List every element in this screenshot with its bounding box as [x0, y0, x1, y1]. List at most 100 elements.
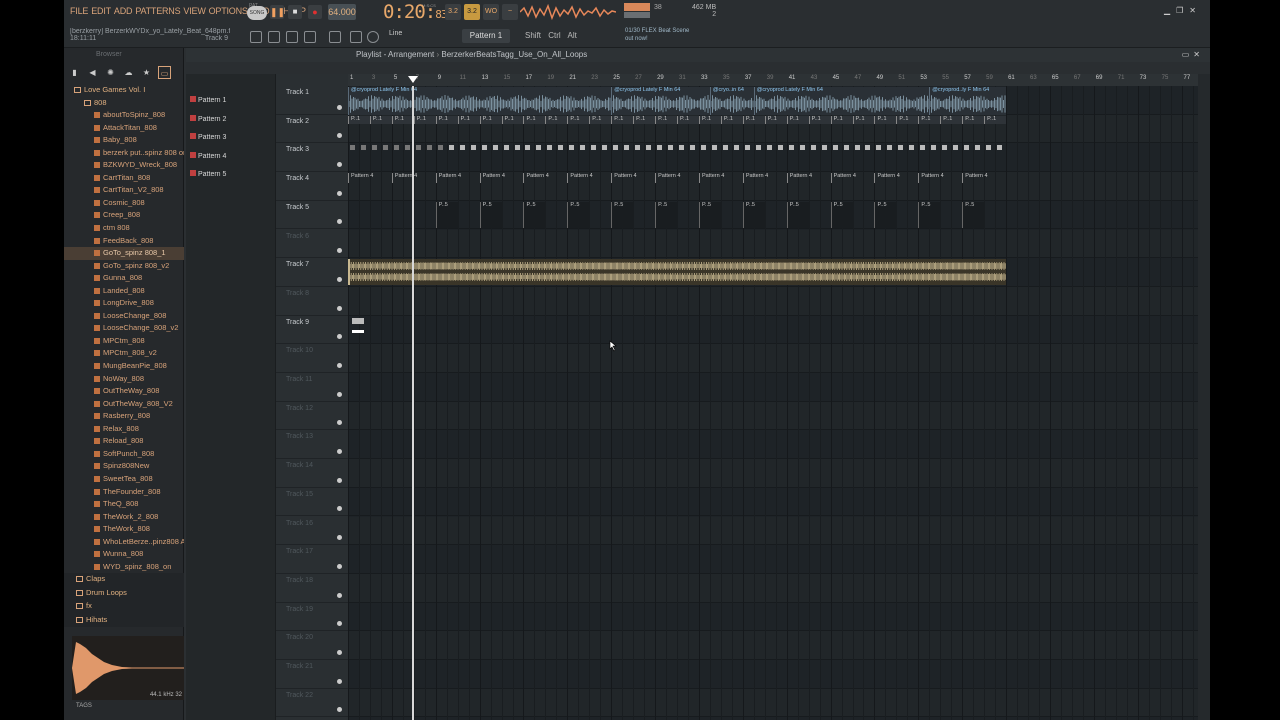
note-block[interactable] [854, 145, 860, 150]
pattern-clip[interactable]: P..1 [984, 115, 1007, 124]
audio-clip[interactable]: @cryoprod..ly F Min 64 [929, 87, 1007, 115]
pattern-clip[interactable]: P..5 [567, 202, 590, 228]
tree-root[interactable]: Love Games Vol. I [64, 84, 184, 97]
browser-file[interactable]: CartTitan_808 [64, 172, 184, 185]
pattern-clip[interactable]: Pattern 4 [348, 173, 392, 183]
minimize-icon[interactable]: ▁ [1164, 6, 1176, 15]
vertical-scrollbar[interactable] [1198, 74, 1210, 720]
track-header[interactable]: Track 11 [276, 373, 348, 402]
browser-file[interactable]: aboutToSpinz_808 [64, 109, 184, 122]
pattern-clip[interactable]: Pattern 4 [962, 173, 1006, 183]
mode-button-0[interactable]: 3.2 [445, 4, 461, 20]
note-block[interactable] [766, 145, 772, 150]
pattern-clip[interactable]: P..5 [611, 202, 634, 228]
note-block[interactable] [470, 145, 476, 150]
note-block[interactable] [492, 145, 498, 150]
pattern-clip[interactable]: P..1 [764, 115, 787, 124]
browser-file[interactable]: AttackTitan_808 [64, 122, 184, 135]
track-header[interactable]: Track 22 [276, 689, 348, 718]
pattern-clip[interactable]: P..1 [655, 115, 678, 124]
note-block[interactable] [635, 145, 641, 150]
browser-file[interactable]: LooseChange_808_v2 [64, 322, 184, 335]
pattern-item[interactable]: Pattern 4 [186, 148, 275, 167]
browser-file[interactable]: NoWay_808 [64, 373, 184, 386]
pattern-item[interactable]: Pattern 2 [186, 111, 275, 130]
pattern-clip[interactable]: P..1 [852, 115, 875, 124]
note-block[interactable] [580, 145, 586, 150]
playlist-window-controls[interactable]: ▭✕ [1182, 48, 1204, 62]
note-block[interactable] [371, 145, 377, 150]
pattern-clip[interactable]: Pattern 4 [830, 173, 875, 183]
pattern-clip[interactable]: Pattern 4 [479, 173, 524, 183]
browser-file[interactable]: OutTheWay_808_V2 [64, 398, 184, 411]
pattern-clip[interactable]: P..1 [742, 115, 765, 124]
note-block[interactable] [547, 145, 553, 150]
note-block[interactable] [352, 330, 364, 333]
mic-icon[interactable] [367, 31, 379, 43]
note-block[interactable] [964, 145, 970, 150]
browser-file[interactable]: FeedBack_808 [64, 235, 184, 248]
pattern-clip[interactable]: P..1 [567, 115, 590, 124]
browser-file[interactable]: SoftPunch_808 [64, 448, 184, 461]
browser-file[interactable]: GoTo_spinz 808_v2 [64, 260, 184, 273]
browser-file[interactable]: Spinz808New [64, 460, 184, 473]
mode-button-3[interactable]: ~ [502, 4, 518, 20]
browser-file[interactable]: WhoLetBerze..pinz808 Art [64, 536, 184, 549]
pattern-clip[interactable]: P..1 [545, 115, 568, 124]
browser-file[interactable]: ctm 808 [64, 222, 184, 235]
channel-rack-icon[interactable] [286, 31, 298, 43]
pattern-clip[interactable]: P..5 [655, 202, 678, 228]
stop-button[interactable]: ■ [288, 5, 302, 19]
track-header[interactable]: Track 14 [276, 459, 348, 488]
song-time-display[interactable]: 0:20:83 [383, 1, 447, 23]
timeline-ruler[interactable]: 1 5 9 13 17 21 25 29 33 37 41 45 49 53 57 61 65 69 73 77 3 7 1… [348, 74, 1198, 86]
note-block[interactable] [352, 318, 364, 324]
browser-file[interactable]: CartTitan_V2_808 [64, 184, 184, 197]
track-header[interactable]: Track 10 [276, 344, 348, 373]
browser-file[interactable]: MPCtm_808 [64, 335, 184, 348]
browser-file[interactable]: GoTo_spinz 808_1 [64, 247, 184, 260]
note-block[interactable] [722, 145, 728, 150]
pattern-clip[interactable]: P..5 [698, 202, 721, 228]
note-block[interactable] [459, 145, 465, 150]
track-header[interactable]: Track 13 [276, 430, 348, 460]
note-block[interactable] [876, 145, 882, 150]
track-mute-led[interactable] [337, 133, 342, 139]
track-header[interactable]: Track 17 [276, 545, 348, 574]
pattern-clip[interactable]: P..1 [786, 115, 809, 124]
browser-file[interactable]: WYD_spinz_808_on [64, 561, 184, 574]
note-block[interactable] [744, 145, 750, 150]
note-block[interactable] [931, 145, 937, 150]
pattern-clip[interactable]: P..1 [413, 115, 436, 124]
track-mute-led[interactable] [337, 420, 342, 426]
note-block[interactable] [920, 145, 926, 150]
pattern-clip[interactable]: Pattern 4 [655, 173, 699, 183]
browser-folder[interactable]: fx [64, 600, 184, 614]
note-block[interactable] [668, 145, 674, 150]
note-block[interactable] [898, 145, 904, 150]
arrangement-name[interactable]: BerzerkerBeatsTagg_Use_On_All_Loops [441, 50, 587, 59]
pattern-item[interactable]: Pattern 1 [186, 92, 275, 111]
pattern-clip[interactable]: P..5 [435, 202, 458, 228]
tempo-display[interactable]: 64.000 [328, 4, 356, 20]
pattern-clip[interactable]: P..5 [523, 202, 546, 228]
playhead-marker[interactable] [408, 76, 418, 83]
note-block[interactable] [733, 145, 739, 150]
note-block[interactable] [404, 145, 410, 150]
note-block[interactable] [569, 145, 575, 150]
pattern-item[interactable]: Pattern 3 [186, 129, 275, 148]
pattern-clip[interactable]: P..1 [523, 115, 546, 124]
note-block[interactable] [613, 145, 619, 150]
record-button[interactable]: ● [308, 5, 322, 19]
track-header[interactable]: Track 2 [276, 115, 348, 144]
track-mute-led[interactable] [337, 477, 342, 483]
browser-file[interactable]: MPCtm_808_v2 [64, 347, 184, 360]
pattern-selector[interactable]: Pattern 1 [462, 29, 510, 43]
note-block[interactable] [832, 145, 838, 150]
pattern-clip[interactable]: P..5 [918, 202, 941, 228]
pattern-clip[interactable]: P..1 [457, 115, 480, 124]
note-block[interactable] [810, 145, 816, 150]
pattern-clip[interactable]: P..5 [786, 202, 809, 228]
pattern-clip[interactable]: P..1 [435, 115, 458, 124]
track-header[interactable]: Track 8 [276, 287, 348, 316]
